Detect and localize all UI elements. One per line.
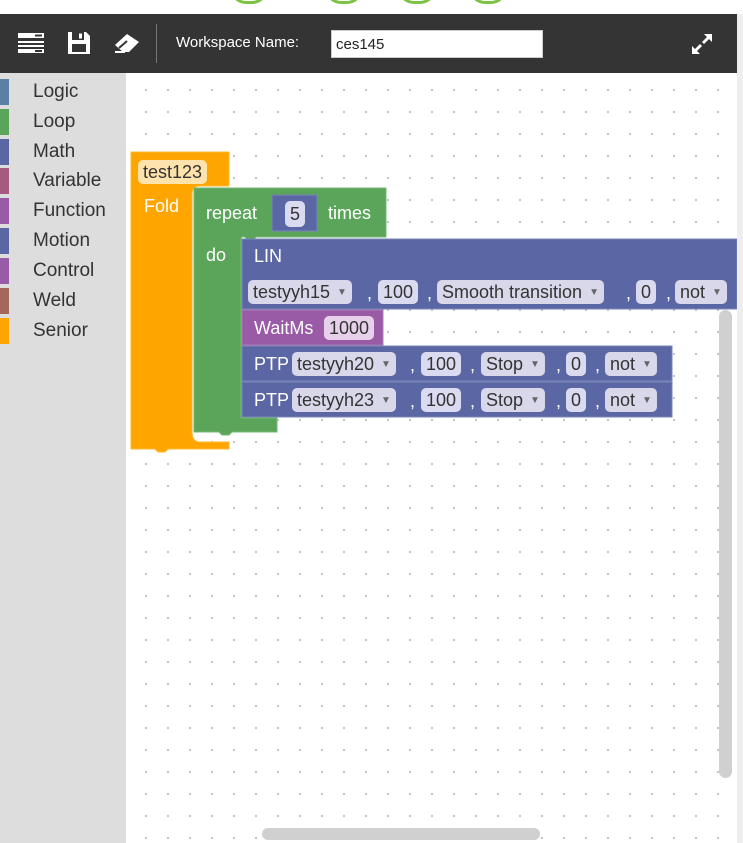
ptp2-flag: not (610, 389, 636, 410)
separator: , (427, 283, 433, 303)
ptp2-flag-dropdown[interactable]: not ▼ (605, 388, 657, 412)
repeat-count: 5 (290, 203, 301, 224)
lin-mode-dropdown[interactable]: Smooth transition ▼ (437, 280, 604, 304)
separator: , (470, 391, 476, 411)
ptp2-speed: 100 (426, 389, 457, 410)
lin-point: testyyh15 (253, 281, 331, 302)
separator: , (470, 355, 476, 375)
ptp1-speed-field[interactable]: 100 (421, 352, 462, 376)
ptp1-mode-dropdown[interactable]: Stop ▼ (481, 352, 545, 376)
separator: , (595, 355, 601, 375)
ptp1-point: testyyh20 (297, 353, 375, 374)
ptp1-mode: Stop (486, 353, 524, 374)
ptp2-mode-dropdown[interactable]: Stop ▼ (481, 388, 545, 412)
ptp1-label: PTP (254, 354, 290, 374)
lin-flag-dropdown[interactable]: not ▼ (675, 280, 727, 304)
fold-name-field[interactable]: test123 (138, 160, 208, 184)
waitms-value: 1000 (329, 317, 370, 338)
fold-label: Fold (144, 196, 180, 216)
chevron-down-icon: ▼ (381, 394, 391, 406)
chevron-down-icon: ▼ (530, 394, 540, 406)
waitms-label: WaitMs (254, 318, 314, 338)
lin-point-dropdown[interactable]: testyyh15 ▼ (248, 280, 352, 304)
ptp2-point-dropdown[interactable]: testyyh23 ▼ (292, 388, 396, 412)
chevron-down-icon: ▼ (589, 286, 599, 298)
repeat-label: repeat (206, 203, 258, 223)
ptp2-value: 0 (571, 389, 582, 410)
repeat-times-label: times (328, 203, 372, 223)
separator: , (626, 283, 632, 303)
ptp2-label: PTP (254, 390, 290, 410)
separator: , (367, 283, 373, 303)
separator: , (410, 355, 416, 375)
ptp1-value-field[interactable]: 0 (566, 352, 587, 376)
lin-value-field[interactable]: 0 (636, 280, 657, 304)
ptp2-mode: Stop (486, 389, 524, 410)
chevron-down-icon: ▼ (381, 358, 391, 370)
chevron-down-icon: ▼ (642, 394, 652, 406)
page-edge (737, 14, 743, 843)
ptp2-speed-field[interactable]: 100 (421, 388, 462, 412)
horizontal-scrollbar[interactable] (262, 828, 540, 840)
chevron-down-icon: ▼ (712, 286, 722, 298)
separator: , (666, 283, 672, 303)
ptp1-value: 0 (571, 353, 582, 374)
chevron-down-icon: ▼ (530, 358, 540, 370)
lin-flag: not (680, 281, 706, 302)
ptp2-point: testyyh23 (297, 389, 375, 410)
ptp1-flag-dropdown[interactable]: not ▼ (605, 352, 657, 376)
lin-label: LIN (254, 246, 283, 266)
chevron-down-icon: ▼ (337, 286, 347, 298)
lin-mode: Smooth transition (442, 281, 583, 302)
ptp1-point-dropdown[interactable]: testyyh20 ▼ (292, 352, 396, 376)
repeat-do-label: do (206, 245, 227, 265)
ptp2-value-field[interactable]: 0 (566, 388, 587, 412)
lin-speed-field[interactable]: 100 (378, 280, 419, 304)
waitms-value-field[interactable]: 1000 (324, 316, 375, 340)
separator: , (556, 355, 562, 375)
block-shapes (130, 151, 738, 453)
lin-speed: 100 (383, 281, 414, 302)
ptp1-flag: not (610, 353, 636, 374)
separator: , (556, 391, 562, 411)
vertical-scrollbar[interactable] (719, 310, 732, 778)
separator: , (595, 391, 601, 411)
fold-name: test123 (143, 161, 203, 182)
separator: , (410, 391, 416, 411)
chevron-down-icon: ▼ (642, 358, 652, 370)
ptp1-speed: 100 (426, 353, 457, 374)
lin-value: 0 (641, 281, 652, 302)
repeat-count-field[interactable]: 5 (285, 201, 306, 227)
